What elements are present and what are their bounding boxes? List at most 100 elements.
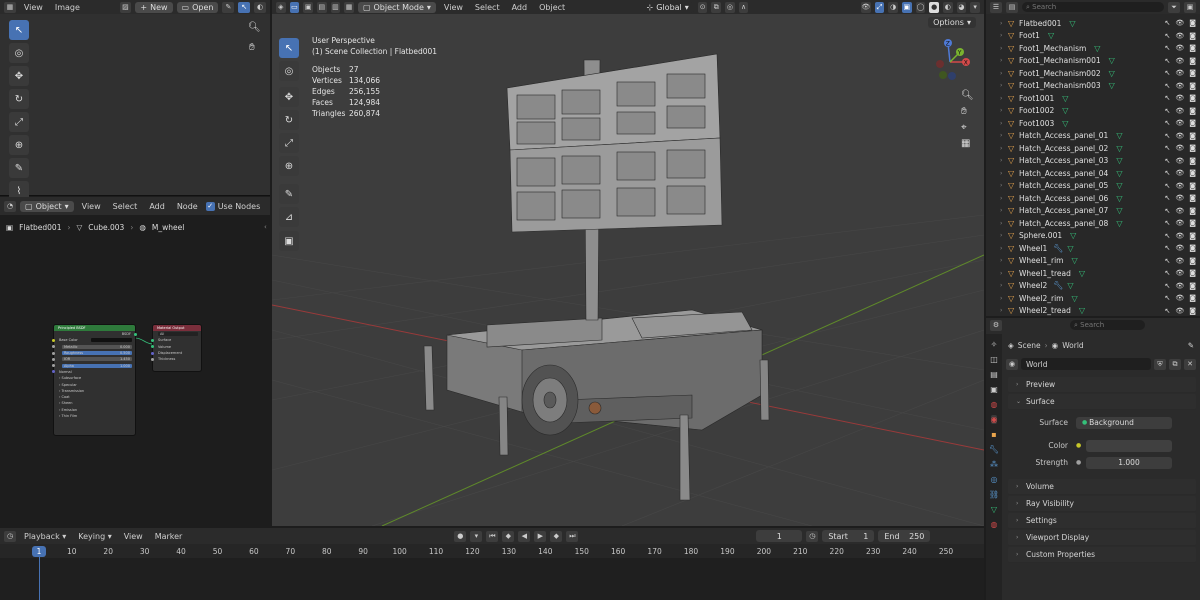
selectable-arrow-icon[interactable]: ↖ (1164, 57, 1170, 65)
custom-properties-section[interactable]: › Custom Properties (1008, 547, 1196, 563)
expand-arrow-icon[interactable]: › (1000, 120, 1008, 127)
material-tab-icon[interactable]: ◍ (991, 520, 998, 529)
mesh-data-icon[interactable]: ▽ (1116, 144, 1122, 153)
selectable-arrow-icon[interactable]: ↖ (1164, 44, 1170, 52)
keying-menu[interactable]: Keying ▾ (74, 532, 115, 541)
editor-type-icon[interactable]: ◷ (4, 530, 16, 542)
unlink-icon[interactable]: ✕ (1184, 358, 1196, 370)
mesh-data-icon[interactable]: ▽ (1109, 69, 1115, 78)
input-socket[interactable] (151, 357, 154, 361)
selectable-arrow-icon[interactable]: ↖ (1164, 144, 1170, 152)
eye-icon[interactable]: 👁︎ (1175, 294, 1184, 302)
expand-arrow-icon[interactable]: › (1000, 32, 1008, 39)
selectable-arrow-icon[interactable]: ↖ (1164, 182, 1170, 190)
modifier-wrench-icon[interactable]: 🔧︎ (1053, 244, 1063, 253)
outliner-item[interactable]: › ▽ Hatch_Access_panel_06 ▽ ↖ 👁︎ ◙ (998, 192, 1200, 205)
selectable-arrow-icon[interactable]: ↖ (1164, 282, 1170, 290)
metallic-slider[interactable]: Metallic 0.000 (62, 344, 132, 349)
end-frame-field[interactable]: End 250 (878, 530, 931, 542)
input-socket[interactable] (151, 351, 154, 355)
outliner-item[interactable]: › ▽ Wheel2 🔧︎ ▽ ↖ 👁︎ ◙ (998, 280, 1200, 293)
mesh-data-icon[interactable]: ▽ (1062, 119, 1068, 128)
input-socket[interactable] (151, 345, 154, 349)
select-mode-intersect-icon[interactable]: ▦ (344, 1, 354, 13)
next-keyframe-icon[interactable]: ◆ (550, 530, 563, 542)
menu-marker[interactable]: Marker (151, 532, 187, 541)
play-reverse-icon[interactable]: ◀ (518, 530, 531, 542)
expand-arrow-icon[interactable]: › (1000, 257, 1008, 264)
eye-icon[interactable]: 👁︎ (1175, 119, 1184, 127)
roughness-slider[interactable]: Roughness 0.500 (62, 351, 132, 356)
scale-tool[interactable]: ⤢ (279, 133, 299, 153)
cursor-tool[interactable]: ◎ (9, 43, 29, 63)
thin-film-panel[interactable]: › Thin Film (54, 413, 135, 419)
selectable-arrow-icon[interactable]: ↖ (1164, 307, 1170, 315)
camera-render-icon[interactable]: ◙ (1189, 119, 1196, 127)
eye-icon[interactable]: 👁︎ (1175, 282, 1184, 290)
outliner-item[interactable]: › ▽ Wheel1_tread ▽ ↖ 👁︎ ◙ (998, 267, 1200, 280)
shading-wireframe-icon[interactable]: ◯ (915, 1, 926, 13)
expand-arrow-icon[interactable]: › (1000, 307, 1008, 314)
selectable-arrow-icon[interactable]: ↖ (1164, 107, 1170, 115)
camera-render-icon[interactable]: ◙ (1189, 144, 1196, 152)
eye-icon[interactable]: 👁︎ (1175, 107, 1184, 115)
world-tab-icon[interactable]: ◉ (990, 415, 998, 424)
eye-icon[interactable]: 👁︎ (1175, 94, 1184, 102)
eye-icon[interactable]: 👁︎ (1175, 144, 1184, 152)
record-icon[interactable]: ● (454, 530, 467, 542)
menu-select[interactable]: Select (471, 3, 504, 12)
selectable-arrow-icon[interactable]: ↖ (1164, 69, 1170, 77)
select-box-tool[interactable]: ↖ (9, 20, 29, 40)
color-swatch[interactable] (1086, 439, 1172, 452)
editor-type-icon[interactable]: ☰ (990, 1, 1002, 13)
eye-icon[interactable]: 👁︎ (1175, 157, 1184, 165)
expand-arrow-icon[interactable]: › (1000, 45, 1008, 52)
world-browse-icon[interactable]: ◉ (1006, 358, 1018, 370)
menu-view[interactable]: View (120, 532, 147, 541)
annotate-tool[interactable]: ✎ (9, 158, 29, 178)
selectable-arrow-icon[interactable]: ↖ (1164, 82, 1170, 90)
mesh-data-icon[interactable]: ▽ (1048, 31, 1054, 40)
mesh-data-icon[interactable]: ▽ (1116, 156, 1122, 165)
playhead-frame-label[interactable]: 1 (32, 546, 46, 557)
menu-add[interactable]: Add (508, 3, 532, 12)
timeline-track[interactable]: 10 20 30 40 50 60 70 80 90 100 110 120 130 140 150 160 1… (0, 544, 984, 600)
filter-icon[interactable]: ⏷ (1168, 1, 1180, 13)
pin-icon[interactable]: ✎ (1188, 341, 1200, 350)
outliner-item[interactable]: › ▽ Wheel1 🔧︎ ▽ ↖ 👁︎ ◙ (998, 242, 1200, 255)
add-cube-tool[interactable]: ▣ (279, 231, 299, 251)
camera-render-icon[interactable]: ◙ (1189, 132, 1196, 140)
color-socket-icon[interactable]: ● (1076, 442, 1086, 449)
mesh-data-icon[interactable]: ▽ (1071, 294, 1077, 303)
outliner-search-input[interactable]: ⌕ Search (1022, 2, 1164, 12)
eye-icon[interactable]: 👁︎ (1175, 44, 1184, 52)
expand-arrow-icon[interactable]: › (1000, 157, 1008, 164)
fake-user-icon[interactable]: ⛨ (1154, 358, 1166, 370)
outliner-item[interactable]: › ▽ Foot1002 ▽ ↖ 👁︎ ◙ (998, 105, 1200, 118)
properties-search-input[interactable]: ⌕ Search (1070, 320, 1145, 330)
mesh-data-icon[interactable]: ▽ (1079, 269, 1085, 278)
outliner-item[interactable]: › ▽ Foot1_Mechanism ▽ ↖ 👁︎ ◙ (998, 42, 1200, 55)
expand-arrow-icon[interactable]: › (1000, 20, 1008, 27)
mesh-data-icon[interactable]: ▽ (1067, 281, 1073, 290)
transform-tool[interactable]: ⊕ (279, 156, 299, 176)
eye-icon[interactable]: 👁︎ (1175, 182, 1184, 190)
overlays-icon[interactable]: ◑ (888, 1, 899, 13)
selectable-arrow-icon[interactable]: ↖ (1164, 257, 1170, 265)
editor-type-icon[interactable]: ▦ (4, 1, 16, 13)
world-name-field[interactable]: World (1021, 358, 1151, 370)
menu-view[interactable]: View (440, 3, 467, 12)
mesh-data-icon[interactable]: ▽ (1116, 181, 1122, 190)
eye-icon[interactable]: 👁︎ (1175, 69, 1184, 77)
settings-section[interactable]: › Settings (1008, 513, 1196, 529)
expand-arrow-icon[interactable]: › (1000, 182, 1008, 189)
pivot-icon[interactable]: ⊙ (697, 1, 708, 13)
move-tool[interactable]: ✥ (9, 66, 29, 86)
current-frame-field[interactable]: 1 (756, 530, 803, 542)
pin-icon[interactable]: ✎ (222, 1, 235, 13)
camera-render-icon[interactable]: ◙ (1189, 219, 1196, 227)
duplicate-icon[interactable]: ⧉ (1169, 358, 1181, 370)
zoom-icon[interactable]: 🔍︎ (248, 22, 261, 33)
preview-range-icon[interactable]: ◷ (806, 530, 819, 542)
camera-render-icon[interactable]: ◙ (1189, 207, 1196, 215)
